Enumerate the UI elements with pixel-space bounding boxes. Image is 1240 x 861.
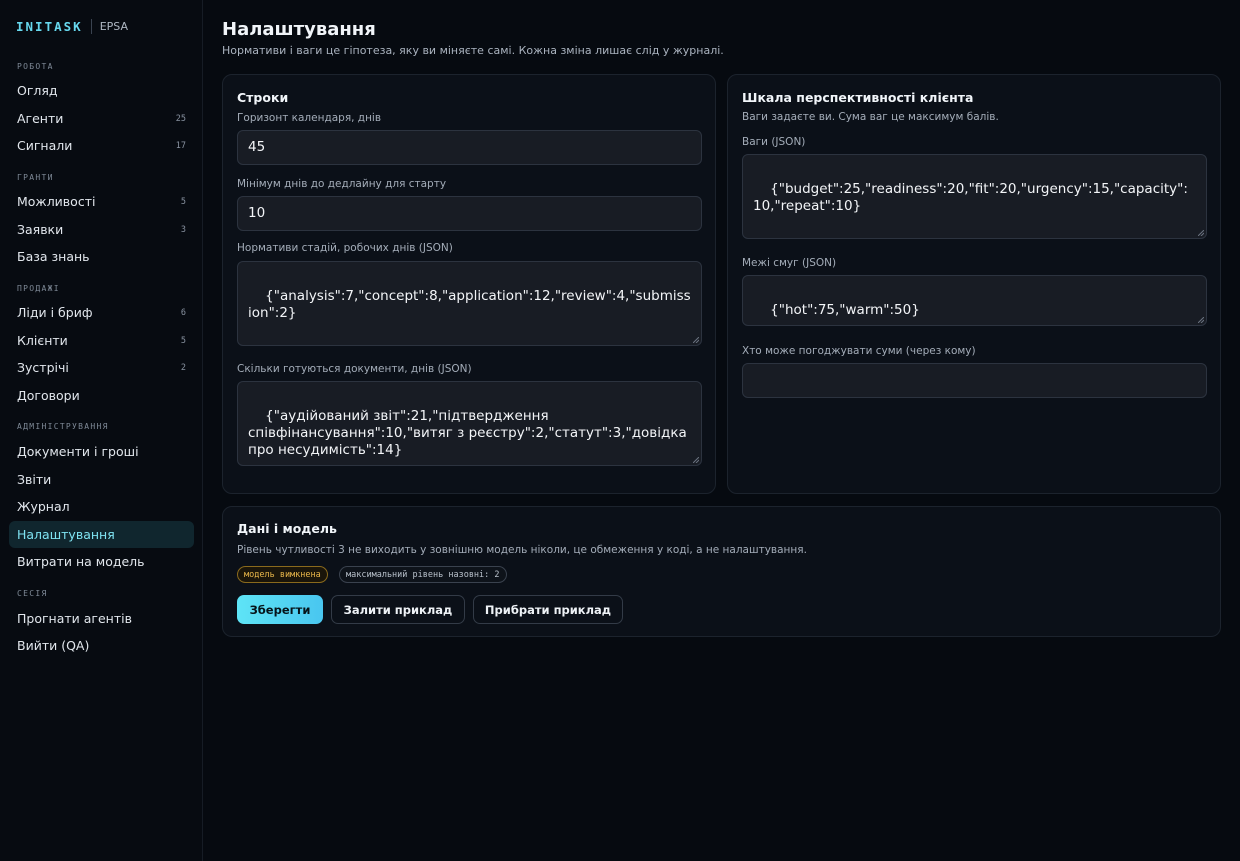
sidebar-item-count: 2 bbox=[180, 362, 186, 373]
horizon-label: Горизонт календаря, днів bbox=[237, 112, 382, 124]
page-subtitle: Нормативи і ваги це гіпотеза, яку ви мін… bbox=[222, 44, 724, 57]
resize-handle-icon[interactable] bbox=[1198, 230, 1204, 236]
sidebar-item-label: Налаштування bbox=[17, 527, 115, 542]
clear-example-button[interactable]: Прибрати приклад bbox=[473, 595, 623, 624]
sidebar-item-label: Агенти bbox=[17, 111, 64, 126]
client-scoring-card: Шкала перспективності клієнта Ваги задає… bbox=[727, 74, 1221, 494]
docs-prep-label: Скільки готуються документи, днів (JSON) bbox=[237, 363, 472, 375]
sidebar-item-label: Витрати на модель bbox=[17, 554, 145, 569]
data-model-description: Рівень чутливості 3 не виходить у зовніш… bbox=[237, 544, 807, 556]
sidebar-item-model-costs[interactable]: Витрати на модель bbox=[9, 548, 194, 575]
section-label-session: СЕСІЯ bbox=[17, 589, 48, 598]
section-label-administration: АДМІНІСТРУВАННЯ bbox=[17, 422, 109, 431]
resize-handle-icon[interactable] bbox=[1198, 317, 1204, 323]
sidebar-item-count: 5 bbox=[180, 196, 186, 207]
weights-label: Ваги (JSON) bbox=[742, 136, 806, 148]
sidebar-item-settings[interactable]: Налаштування bbox=[9, 521, 194, 548]
docs-prep-value: {"аудійований звіт":21,"підтвердження сп… bbox=[248, 408, 692, 458]
sidebar-item-agents[interactable]: Агенти 25 bbox=[9, 105, 194, 132]
sidebar-item-count: 5 bbox=[180, 335, 186, 346]
sidebar-item-clients[interactable]: Клієнти 5 bbox=[9, 327, 194, 354]
data-model-card: Дані і модель Рівень чутливості 3 не вих… bbox=[222, 506, 1221, 637]
sidebar-item-knowledge-base[interactable]: База знань bbox=[9, 243, 194, 270]
organization-name: EPSA bbox=[99, 19, 128, 33]
sidebar-item-count: 3 bbox=[180, 224, 186, 235]
stage-norms-textarea[interactable]: {"analysis":7,"concept":8,"application":… bbox=[237, 261, 702, 346]
scoring-description: Ваги задаєте ви. Сума ваг це максимум ба… bbox=[742, 111, 999, 123]
sidebar-item-label: Зустрічі bbox=[17, 360, 69, 375]
weights-value: {"budget":25,"readiness":20,"fit":20,"ur… bbox=[753, 181, 1188, 214]
sidebar-item-signals[interactable]: Сигнали 17 bbox=[9, 132, 194, 159]
sidebar-item-label: Клієнти bbox=[17, 333, 68, 348]
page-title: Налаштування bbox=[222, 19, 376, 40]
approvers-label: Хто може погоджувати суми (через кому) bbox=[742, 345, 976, 357]
sidebar-item-label: Сигнали bbox=[17, 138, 73, 153]
sidebar-item-journal[interactable]: Журнал bbox=[9, 493, 194, 520]
docs-prep-textarea[interactable]: {"аудійований звіт":21,"підтвердження сп… bbox=[237, 381, 702, 466]
sidebar-item-label: База знань bbox=[17, 249, 90, 264]
sidebar-item-label: Журнал bbox=[17, 499, 70, 514]
fill-example-button[interactable]: Залити приклад bbox=[331, 595, 465, 624]
sidebar-item-reports[interactable]: Звіти bbox=[9, 466, 194, 493]
sidebar-item-label: Звіти bbox=[17, 472, 52, 487]
sidebar-item-meetings[interactable]: Зустрічі 2 bbox=[9, 354, 194, 381]
save-button[interactable]: Зберегти bbox=[237, 595, 323, 624]
scoring-title: Шкала перспективності клієнта bbox=[742, 90, 974, 105]
sidebar-item-documents-money[interactable]: Документи і гроші bbox=[9, 438, 194, 465]
section-label-grants: ГРАНТИ bbox=[17, 173, 54, 182]
sidebar-item-label: Договори bbox=[17, 388, 80, 403]
brand-divider bbox=[90, 18, 92, 34]
data-model-title: Дані і модель bbox=[237, 521, 337, 536]
approvers-input[interactable] bbox=[742, 363, 1207, 398]
sidebar-item-label: Документи і гроші bbox=[17, 444, 139, 459]
section-label-work: РОБОТА bbox=[17, 62, 54, 71]
bands-value: {"hot":75,"warm":50} bbox=[770, 302, 920, 318]
sidebar-item-count: 6 bbox=[180, 307, 186, 318]
brand-name: INITASK bbox=[16, 18, 83, 34]
sidebar-item-label: Ліди і бриф bbox=[17, 305, 93, 320]
bands-label: Межі смуг (JSON) bbox=[742, 257, 837, 269]
sidebar-item-logout[interactable]: Вийти (QA) bbox=[9, 632, 194, 659]
bands-textarea[interactable]: {"hot":75,"warm":50} bbox=[742, 275, 1207, 326]
sidebar-item-contracts[interactable]: Договори bbox=[9, 382, 194, 409]
deadlines-card: Строки Горизонт календаря, днів 45 Мінім… bbox=[222, 74, 716, 494]
section-label-sales: ПРОДАЖІ bbox=[17, 284, 60, 293]
stage-norms-label: Нормативи стадій, робочих днів (JSON) bbox=[237, 242, 453, 254]
brand: INITASK EPSA bbox=[16, 17, 128, 35]
min-days-label: Мінімум днів до дедлайну для старту bbox=[237, 178, 447, 190]
weights-textarea[interactable]: {"budget":25,"readiness":20,"fit":20,"ur… bbox=[742, 154, 1207, 239]
sidebar-item-run-agents[interactable]: Прогнати агентів bbox=[9, 605, 194, 632]
horizon-input[interactable]: 45 bbox=[237, 130, 702, 165]
resize-handle-icon[interactable] bbox=[693, 337, 699, 343]
model-status-badge: модель вимкнена bbox=[237, 566, 328, 583]
sidebar-item-label: Можливості bbox=[17, 194, 96, 209]
sidebar-item-label: Огляд bbox=[17, 83, 58, 98]
stage-norms-value: {"analysis":7,"concept":8,"application":… bbox=[248, 288, 691, 321]
sidebar-item-count: 25 bbox=[175, 113, 186, 124]
sidebar-item-opportunities[interactable]: Можливості 5 bbox=[9, 188, 194, 215]
sidebar-item-label: Прогнати агентів bbox=[17, 611, 132, 626]
sidebar-item-label: Вийти (QA) bbox=[17, 638, 90, 653]
sidebar: INITASK EPSA РОБОТА Огляд Агенти 25 Сигна… bbox=[0, 0, 203, 861]
resize-handle-icon[interactable] bbox=[693, 457, 699, 463]
sidebar-item-leads[interactable]: Ліди і бриф 6 bbox=[9, 299, 194, 326]
sidebar-item-count: 17 bbox=[175, 140, 186, 151]
deadlines-title: Строки bbox=[237, 90, 289, 105]
sidebar-item-label: Заявки bbox=[17, 222, 64, 237]
min-days-input[interactable]: 10 bbox=[237, 196, 702, 231]
sidebar-item-overview[interactable]: Огляд bbox=[9, 77, 194, 104]
max-level-badge: максимальний рівень назовні: 2 bbox=[339, 566, 507, 583]
sidebar-item-applications[interactable]: Заявки 3 bbox=[9, 216, 194, 243]
